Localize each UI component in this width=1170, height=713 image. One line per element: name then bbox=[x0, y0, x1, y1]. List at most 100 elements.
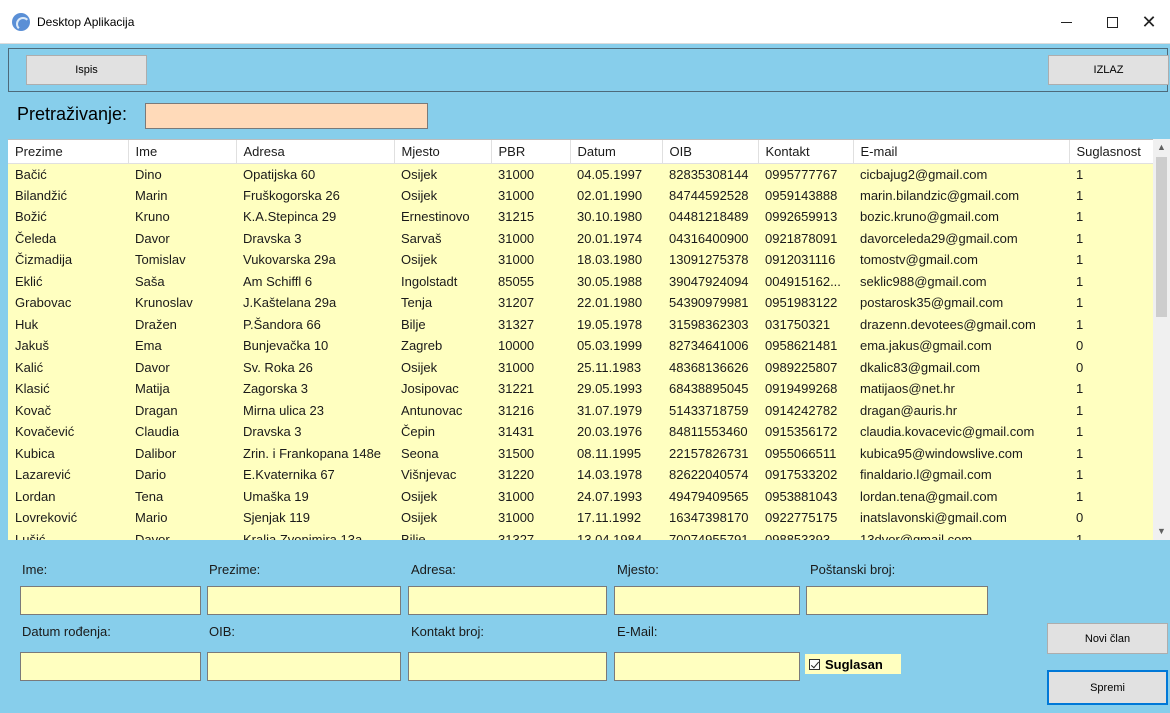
table-cell[interactable]: 24.07.1993 bbox=[570, 486, 662, 508]
table-cell[interactable]: Osijek bbox=[394, 185, 491, 207]
table-cell[interactable]: Lordan bbox=[8, 486, 128, 508]
table-row[interactable]: Kovačević Claudia Dravska 3 Čepin 31431 20.03… bbox=[8, 421, 1155, 443]
table-cell[interactable]: 82622040574 bbox=[662, 464, 758, 486]
table-cell[interactable]: Sv. Roka 26 bbox=[236, 357, 394, 379]
table-cell[interactable]: kubica95@windowslive.com bbox=[853, 443, 1069, 465]
table-cell[interactable]: 1 bbox=[1069, 249, 1155, 271]
table-cell[interactable]: 0 bbox=[1069, 335, 1155, 357]
table-cell[interactable]: 19.05.1978 bbox=[570, 314, 662, 336]
table-cell[interactable]: 1 bbox=[1069, 271, 1155, 293]
table-cell[interactable]: 1 bbox=[1069, 314, 1155, 336]
table-cell[interactable]: 84811553460 bbox=[662, 421, 758, 443]
table-cell[interactable]: 30.05.1988 bbox=[570, 271, 662, 293]
table-cell[interactable]: 31000 bbox=[491, 185, 570, 207]
table-cell[interactable]: Dragan bbox=[128, 400, 236, 422]
column-header[interactable]: Mjesto bbox=[394, 140, 492, 164]
mjesto-field[interactable] bbox=[614, 586, 800, 615]
table-cell[interactable]: Tena bbox=[128, 486, 236, 508]
table-cell[interactable]: 0955066511 bbox=[758, 443, 853, 465]
table-cell[interactable]: 20.01.1974 bbox=[570, 228, 662, 250]
table-cell[interactable]: Klasić bbox=[8, 378, 128, 400]
table-cell[interactable]: 22157826731 bbox=[662, 443, 758, 465]
table-cell[interactable]: Umaška 19 bbox=[236, 486, 394, 508]
table-row[interactable]: Lušić Davor Kralja Zvonimira 13a Bilje 31327… bbox=[8, 529, 1155, 540]
table-cell[interactable]: 31215 bbox=[491, 206, 570, 228]
table-cell[interactable]: Saša bbox=[128, 271, 236, 293]
table-cell[interactable]: 02.01.1990 bbox=[570, 185, 662, 207]
table-cell[interactable]: 0951983122 bbox=[758, 292, 853, 314]
table-cell[interactable]: 0989225807 bbox=[758, 357, 853, 379]
table-cell[interactable]: 04.05.1997 bbox=[570, 163, 662, 185]
table-cell[interactable]: Davor bbox=[128, 228, 236, 250]
table-cell[interactable]: davorceleda29@gmail.com bbox=[853, 228, 1069, 250]
table-cell[interactable]: 1 bbox=[1069, 163, 1155, 185]
table-cell[interactable]: 031750321 bbox=[758, 314, 853, 336]
column-header[interactable]: E-mail bbox=[853, 140, 1070, 164]
table-cell[interactable]: Davor bbox=[128, 529, 236, 540]
table-cell[interactable]: Ernestinovo bbox=[394, 206, 491, 228]
table-cell[interactable]: 31000 bbox=[491, 507, 570, 529]
minimize-button[interactable] bbox=[1043, 0, 1089, 44]
table-cell[interactable]: 39047924094 bbox=[662, 271, 758, 293]
column-header[interactable]: OIB bbox=[662, 140, 759, 164]
table-cell[interactable]: K.A.Stepinca 29 bbox=[236, 206, 394, 228]
table-cell[interactable]: Bilje bbox=[394, 529, 491, 540]
table-cell[interactable]: 004915162... bbox=[758, 271, 853, 293]
table-cell[interactable]: 17.11.1992 bbox=[570, 507, 662, 529]
table-cell[interactable]: 1 bbox=[1069, 443, 1155, 465]
table-cell[interactable]: 48368136626 bbox=[662, 357, 758, 379]
table-cell[interactable]: 0959143888 bbox=[758, 185, 853, 207]
grid-vertical-scrollbar[interactable]: ▲ ▼ bbox=[1153, 139, 1170, 540]
table-cell[interactable]: Kovačević bbox=[8, 421, 128, 443]
table-cell[interactable]: 31221 bbox=[491, 378, 570, 400]
table-cell[interactable]: 31216 bbox=[491, 400, 570, 422]
table-row[interactable]: Lazarević Dario E.Kvaternika 67 Višnjevac 31… bbox=[8, 464, 1155, 486]
table-row[interactable]: Kalić Davor Sv. Roka 26 Osijek 31000 25.11.19… bbox=[8, 357, 1155, 379]
table-cell[interactable]: 30.10.1980 bbox=[570, 206, 662, 228]
table-cell[interactable]: 31598362303 bbox=[662, 314, 758, 336]
table-cell[interactable]: Dražen bbox=[128, 314, 236, 336]
table-cell[interactable]: 0958621481 bbox=[758, 335, 853, 357]
table-row[interactable]: Bilandžić Marin Fruškogorska 26 Osijek 31000… bbox=[8, 185, 1155, 207]
table-cell[interactable]: tomostv@gmail.com bbox=[853, 249, 1069, 271]
table-cell[interactable]: 13091275378 bbox=[662, 249, 758, 271]
table-cell[interactable]: 1 bbox=[1069, 185, 1155, 207]
table-cell[interactable]: Zagreb bbox=[394, 335, 491, 357]
table-cell[interactable]: Zrin. i Frankopana 148e bbox=[236, 443, 394, 465]
adresa-field[interactable] bbox=[408, 586, 607, 615]
table-cell[interactable]: Dravska 3 bbox=[236, 421, 394, 443]
table-cell[interactable]: postarosk35@gmail.com bbox=[853, 292, 1069, 314]
table-row[interactable]: Eklić Saša Am Schiffl 6 Ingolstadt 85055 30.0… bbox=[8, 271, 1155, 293]
table-cell[interactable]: 1 bbox=[1069, 228, 1155, 250]
table-cell[interactable]: 1 bbox=[1069, 464, 1155, 486]
scrollbar-thumb[interactable] bbox=[1156, 157, 1167, 317]
table-cell[interactable]: Antunovac bbox=[394, 400, 491, 422]
table-cell[interactable]: E.Kvaternika 67 bbox=[236, 464, 394, 486]
table-cell[interactable]: 31327 bbox=[491, 529, 570, 540]
table-cell[interactable]: claudia.kovacevic@gmail.com bbox=[853, 421, 1069, 443]
table-cell[interactable]: 0919499268 bbox=[758, 378, 853, 400]
table-cell[interactable]: 31327 bbox=[491, 314, 570, 336]
postanski-broj-field[interactable] bbox=[806, 586, 988, 615]
table-cell[interactable]: 31000 bbox=[491, 163, 570, 185]
table-cell[interactable]: 31431 bbox=[491, 421, 570, 443]
table-cell[interactable]: Osijek bbox=[394, 249, 491, 271]
table-cell[interactable]: 31000 bbox=[491, 249, 570, 271]
table-cell[interactable]: 08.11.1995 bbox=[570, 443, 662, 465]
table-row[interactable]: Bačić Dino Opatijska 60 Osijek 31000 04.05.19… bbox=[8, 163, 1155, 185]
table-row[interactable]: Grabovac Krunoslav J.Kaštelana 29a Tenja 312… bbox=[8, 292, 1155, 314]
table-cell[interactable]: Mirna ulica 23 bbox=[236, 400, 394, 422]
table-cell[interactable]: 20.03.1976 bbox=[570, 421, 662, 443]
table-cell[interactable]: 098853393 bbox=[758, 529, 853, 540]
table-cell[interactable]: Vukovarska 29a bbox=[236, 249, 394, 271]
table-cell[interactable]: Osijek bbox=[394, 486, 491, 508]
table-cell[interactable]: 31000 bbox=[491, 357, 570, 379]
table-cell[interactable]: 16347398170 bbox=[662, 507, 758, 529]
table-cell[interactable]: 0921878091 bbox=[758, 228, 853, 250]
save-button[interactable]: Spremi bbox=[1047, 670, 1168, 705]
table-cell[interactable]: Dino bbox=[128, 163, 236, 185]
table-cell[interactable]: 31000 bbox=[491, 486, 570, 508]
search-input[interactable] bbox=[145, 103, 428, 129]
table-cell[interactable]: 0914242782 bbox=[758, 400, 853, 422]
table-cell[interactable]: 1 bbox=[1069, 378, 1155, 400]
